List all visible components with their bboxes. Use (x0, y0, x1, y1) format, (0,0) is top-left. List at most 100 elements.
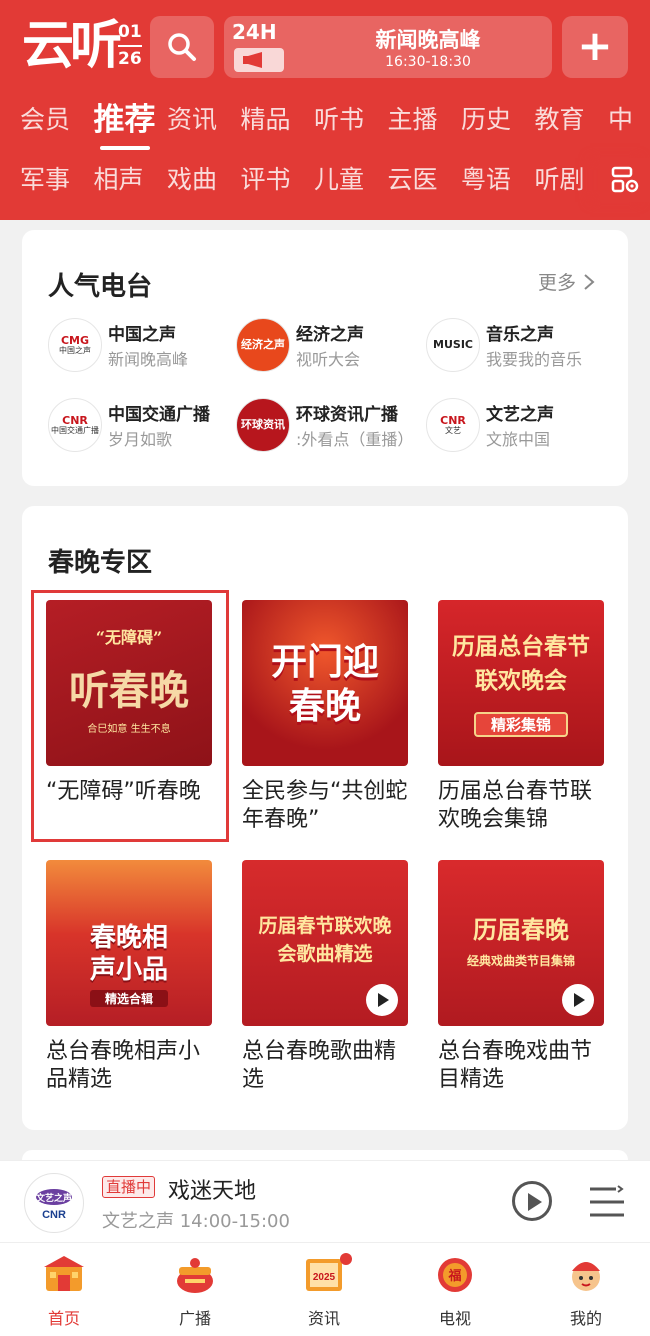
tab-推荐[interactable]: 推荐 (94, 100, 168, 150)
nav-label: 广播 (178, 1309, 211, 1328)
tab-相声[interactable]: 相声 (94, 160, 168, 200)
station-logo: CNR 文艺 (426, 398, 480, 452)
spring-gala-title: 春晚专区 (48, 548, 153, 578)
add-button[interactable]: + (562, 16, 628, 78)
app-logo: 云听 01 26 (22, 14, 142, 78)
item-title: 总台春晚戏曲节目精选 (438, 1039, 593, 1092)
nav-radio[interactable]: 广播 (145, 1243, 245, 1336)
nav-label: 我的 (569, 1309, 602, 1328)
search-icon (168, 33, 196, 61)
tab-历史[interactable]: 历史 (461, 100, 535, 140)
popular-stations-title: 人气电台 (48, 272, 153, 302)
tab-军事[interactable]: 军事 (20, 160, 94, 200)
channel-settings-button[interactable] (600, 158, 650, 202)
station-name: 中国之声 (108, 325, 176, 345)
item-cover-image: 历届总台春节联欢晚会 精彩集锦 (438, 600, 604, 766)
channel-tabs-row-1: 会员 推荐 资讯 精品 听书 主播 历史 教育中 (20, 100, 650, 150)
svg-text:文艺之声: 文艺之声 (35, 1192, 72, 1203)
logo-month: 01 (118, 22, 142, 42)
nav-label: 资讯 (307, 1309, 340, 1328)
station-logo: MUSIC (426, 318, 480, 372)
station-logo-text: MUSIC (433, 337, 473, 351)
play-icon[interactable] (562, 984, 594, 1016)
player-subtitle: 文艺之声 14:00-15:00 (102, 1211, 290, 1232)
item-title: 历届总台春节联欢晚会集锦 (438, 779, 593, 832)
logo-text: 云听 (22, 16, 122, 76)
tab-儿童[interactable]: 儿童 (314, 160, 388, 200)
home-icon (42, 1253, 86, 1297)
play-icon[interactable] (366, 984, 398, 1016)
svg-text:福: 福 (447, 1268, 461, 1284)
nav-home[interactable]: 首页 (14, 1243, 114, 1336)
cover-tag: 精选合辑 (90, 990, 168, 1007)
chevron-right-icon (584, 274, 595, 290)
cover-title: 历届春晚 (473, 915, 569, 944)
tab-精品[interactable]: 精品 (241, 100, 315, 140)
item-cover-image: 历届春晚 经典戏曲类节目集锦 (438, 860, 604, 1026)
selection-highlight (31, 590, 229, 842)
station-item[interactable]: MUSIC 音乐之声我要我的音乐 (426, 318, 616, 378)
station-item[interactable]: CMG 中国之声 中国之声新闻晚高峰 (48, 318, 238, 378)
notification-dot (340, 1253, 352, 1265)
tab-听剧[interactable]: 听剧 (535, 160, 609, 200)
mini-player[interactable]: 文艺之声 CNR 直播中 戏迷天地 文艺之声 14:00-15:00 (0, 1160, 650, 1242)
nav-label: 电视 (438, 1309, 471, 1328)
tab-戏曲[interactable]: 戏曲 (167, 160, 241, 200)
live-program-card[interactable]: 24H 新闻晚高峰 16:30-18:30 (224, 16, 552, 78)
station-program: 视听大会 (296, 350, 361, 369)
tab-评书[interactable]: 评书 (241, 160, 315, 200)
tab-粤语[interactable]: 粤语 (461, 160, 535, 200)
more-link-label: 更多 (538, 272, 577, 294)
station-program: :外看点（重播） (296, 430, 414, 449)
live-program-time: 16:30-18:30 (385, 54, 471, 70)
station-logo-text: CNR (440, 413, 466, 427)
play-button[interactable] (512, 1181, 552, 1221)
search-button[interactable] (150, 16, 214, 78)
tab-云医[interactable]: 云医 (388, 160, 462, 200)
live-badge: 直播中 (102, 1176, 156, 1198)
item-cover-image: 开门迎春晚 (242, 600, 408, 766)
nav-profile[interactable]: 我的 (536, 1243, 636, 1336)
nav-label: 首页 (47, 1309, 80, 1328)
playlist-icon[interactable] (588, 1185, 626, 1219)
tab-主播[interactable]: 主播 (388, 100, 462, 140)
more-link[interactable]: 更多 (538, 268, 596, 295)
nav-tv[interactable]: 福电视 (405, 1243, 505, 1336)
station-logo-text: CNR (62, 413, 88, 427)
tab-资讯[interactable]: 资讯 (167, 100, 241, 140)
station-program: 新闻晚高峰 (108, 350, 189, 369)
bottom-navigation: 首页 广播 2025 资讯福电视 我的 (0, 1242, 650, 1336)
tab-教育[interactable]: 教育 (535, 100, 609, 140)
station-name: 音乐之声 (486, 325, 554, 345)
cover-title: 开门迎春晚 (270, 641, 379, 727)
tab-会员[interactable]: 会员 (20, 100, 94, 140)
station-logo-subtext: 中国交通广播 (51, 425, 99, 435)
logo-date: 01 26 (118, 22, 142, 70)
live-24h-tag: 24H (232, 20, 277, 44)
tab-中[interactable]: 中 (608, 100, 650, 140)
station-name: 文艺之声 (486, 405, 554, 425)
item-title: 总台春晚歌曲精选 (242, 1039, 397, 1092)
nav-news[interactable]: 2025 资讯 (274, 1243, 374, 1336)
profile-icon (564, 1253, 608, 1297)
station-logo: CMG 中国之声 (48, 318, 102, 372)
station-item[interactable]: 环球资讯 环球资讯广播:外看点（重播） (236, 398, 426, 458)
station-logo-text: 环球资讯 (241, 417, 285, 431)
channel-settings-icon (611, 166, 639, 193)
station-item[interactable]: CNR 中国交通广播 中国交通广播 岁月如歌 (48, 398, 238, 458)
item-cover-image: 历届春节联欢晚会歌曲精选 (242, 860, 408, 1026)
station-item[interactable]: 经济之声 经济之声 视听大会 (236, 318, 426, 378)
logo-day: 26 (118, 49, 142, 69)
radio-icon (173, 1253, 217, 1297)
channel-tabs-row-2: 军事 相声 戏曲 评书 儿童 云医 粤语 听剧 (20, 160, 608, 200)
station-program: 我要我的音乐 (486, 350, 583, 369)
app-header: 云听 01 26 24H 新闻晚高峰 16:30-18:30 + 会员 推荐 资讯精… (0, 0, 650, 220)
station-logo-subtext: 中国之声 (59, 345, 91, 355)
cover-title: 春晚相声小品 (89, 923, 168, 985)
station-logo: CNR 中国交通广播 (48, 398, 102, 452)
svg-text:CNR: CNR (42, 1209, 66, 1221)
tab-听书[interactable]: 听书 (314, 100, 388, 140)
item-cover-image: 春晚相声小品精选合辑 (46, 860, 212, 1026)
station-logo-subtext: 文艺 (445, 425, 461, 435)
station-item[interactable]: CNR 文艺 文艺之声 文旅中国 (426, 398, 616, 458)
